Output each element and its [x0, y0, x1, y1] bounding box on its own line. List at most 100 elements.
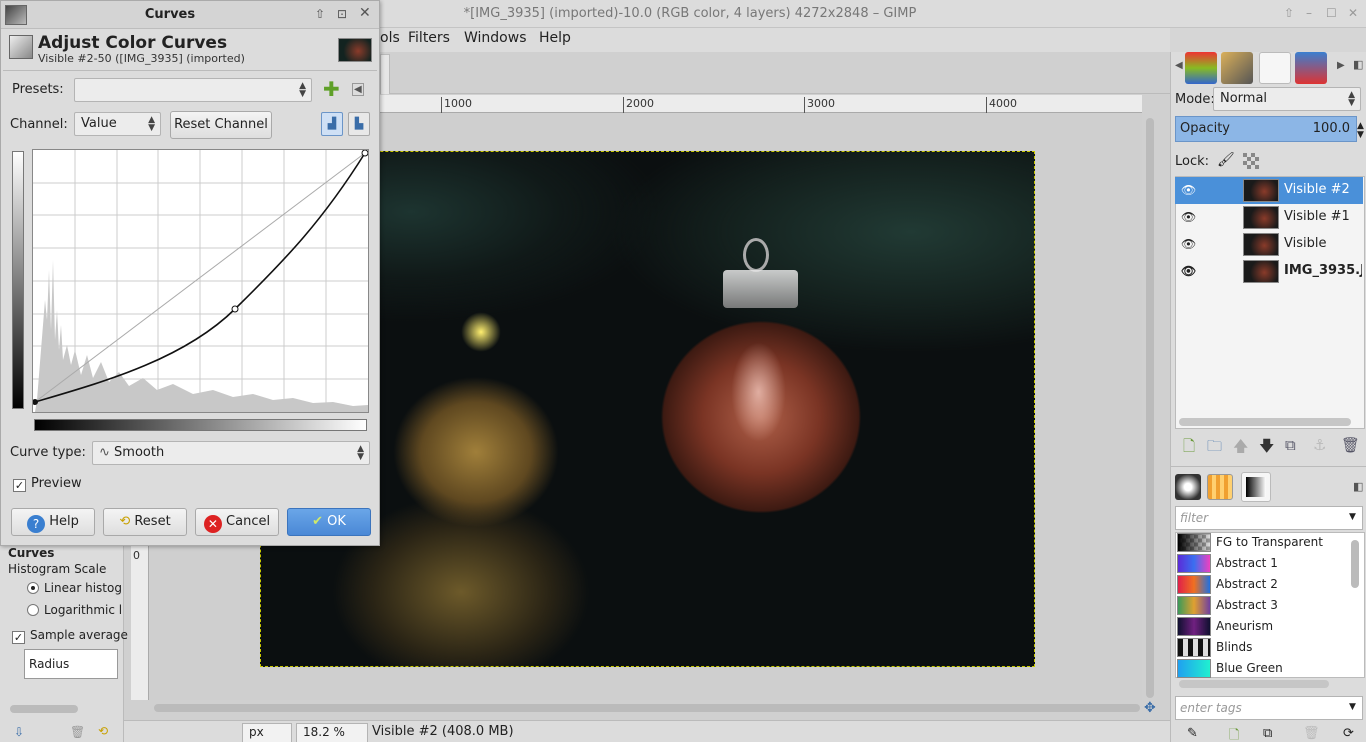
gradient-filter-input[interactable]: filter: [1175, 506, 1363, 530]
dialog-close-icon[interactable]: ✕: [359, 5, 371, 21]
navigate-icon[interactable]: ✥: [1144, 700, 1156, 716]
main-maximize-icon[interactable]: ☐: [1326, 6, 1337, 20]
curve-type-select[interactable]: ∿ Smooth ▲ ▼: [92, 441, 370, 465]
mode-select[interactable]: Normal ▲ ▼: [1213, 87, 1361, 111]
delete-options-icon[interactable]: 🗑: [70, 725, 85, 739]
layer-row[interactable]: 👁 Visible: [1175, 231, 1363, 258]
main-close-icon[interactable]: ✕: [1348, 6, 1358, 20]
channel-select[interactable]: Value ▲ ▼: [74, 112, 161, 136]
linear-radio[interactable]: Linear histog: [27, 581, 122, 595]
tool-options-title: Curves: [8, 546, 55, 560]
layer-row[interactable]: 👁 Visible #1: [1175, 204, 1363, 231]
layer-thumbnail: [1243, 260, 1279, 283]
reset-options-icon[interactable]: ⟲: [98, 724, 108, 738]
dialog-keep-above-icon[interactable]: ⇧: [315, 7, 325, 21]
gradient-swatch: [1177, 596, 1211, 615]
dock-menu-icon[interactable]: ◧: [1353, 58, 1363, 71]
add-preset-icon[interactable]: ✚: [323, 77, 340, 101]
raise-layer-icon[interactable]: 🡅: [1233, 436, 1248, 461]
gradient-item[interactable]: Aneurism: [1177, 616, 1347, 637]
main-minimize-icon[interactable]: –: [1306, 6, 1312, 20]
preset-menu-icon[interactable]: ◀: [352, 83, 364, 96]
layer-row[interactable]: 👁 IMG_3935.JPG: [1175, 258, 1363, 285]
duplicate-gradient-icon[interactable]: ⧉: [1263, 726, 1272, 741]
curve-graph-svg: [32, 149, 369, 412]
unit-select[interactable]: px: [242, 723, 292, 742]
lock-pixels-icon[interactable]: 🖌: [1217, 152, 1235, 168]
save-options-icon[interactable]: ⇩: [14, 725, 24, 739]
layer-row[interactable]: 👁 Visible #2: [1175, 177, 1363, 204]
duplicate-layer-icon[interactable]: ⧉: [1285, 436, 1296, 454]
vertical-scrollbar[interactable]: [1146, 118, 1154, 698]
paths-tab-icon[interactable]: [1259, 52, 1291, 84]
opacity-slider[interactable]: Opacity 100.0: [1175, 116, 1357, 142]
new-layer-group-icon[interactable]: 🗀: [1207, 436, 1222, 461]
vertical-ruler[interactable]: 0: [131, 545, 149, 700]
gradient-hscrollbar[interactable]: [1179, 680, 1329, 688]
visibility-eye-icon[interactable]: 👁: [1181, 264, 1197, 278]
gradient-item[interactable]: Abstract 2: [1177, 574, 1347, 595]
layers-tab-icon[interactable]: [1185, 52, 1217, 84]
ok-button[interactable]: ✔ OK: [287, 508, 371, 536]
curve-graph[interactable]: [32, 149, 369, 413]
reset-button[interactable]: ⟲ Reset: [103, 508, 187, 536]
tags-dropdown-icon[interactable]: ▼: [1349, 702, 1356, 712]
logarithmic-radio[interactable]: Logarithmic l: [27, 603, 122, 617]
image-tab[interactable]: [380, 54, 390, 94]
tool-options-panel: Curves Histogram Scale Linear histog Log…: [0, 545, 128, 742]
edit-gradient-icon[interactable]: ✎: [1187, 726, 1198, 741]
menu-filters[interactable]: Filters: [408, 30, 450, 46]
linear-histogram-button[interactable]: ▟: [321, 112, 343, 136]
filter-dropdown-icon[interactable]: ▼: [1349, 512, 1356, 522]
main-keep-above-icon[interactable]: ⇧: [1284, 6, 1294, 20]
gradient-item[interactable]: Abstract 3: [1177, 595, 1347, 616]
lock-alpha-icon[interactable]: [1243, 153, 1259, 169]
zoom-select[interactable]: 18.2 %: [296, 723, 368, 742]
reset-channel-button[interactable]: Reset Channel: [170, 111, 272, 139]
horizontal-scrollbar[interactable]: [154, 704, 1140, 712]
horizontal-ruler[interactable]: 1000 2000 3000 4000: [380, 95, 1142, 113]
gradient-tab[interactable]: [1241, 472, 1271, 502]
cancel-button[interactable]: ✕ Cancel: [195, 508, 279, 536]
delete-gradient-icon[interactable]: 🗑: [1303, 726, 1320, 741]
reset-icon: ⟲: [119, 514, 131, 529]
sample-average-checkbox[interactable]: ✓ Sample average: [12, 628, 128, 644]
gradient-item[interactable]: Blinds: [1177, 637, 1347, 658]
curve-point[interactable]: [231, 305, 239, 313]
dialog-titlebar[interactable]: Curves ⇧ ⊡ ✕: [1, 1, 379, 29]
curve-point[interactable]: [361, 149, 369, 157]
tool-options-scrollbar[interactable]: [10, 705, 78, 713]
radius-slider[interactable]: Radius: [24, 649, 118, 679]
layers-scrollbar[interactable]: [1179, 418, 1351, 426]
gradient-item[interactable]: Abstract 1: [1177, 553, 1347, 574]
menu-windows[interactable]: Windows: [464, 30, 527, 46]
opacity-spinner-icon[interactable]: ▲ ▼: [1357, 122, 1364, 140]
lower-layer-icon[interactable]: 🡇: [1259, 436, 1274, 461]
anchor-layer-icon[interactable]: ⚓: [1313, 436, 1326, 454]
visibility-eye-icon[interactable]: 👁: [1181, 183, 1197, 197]
refresh-gradients-icon[interactable]: ⟳: [1343, 726, 1354, 741]
brushes-tab-icon[interactable]: [1221, 52, 1253, 84]
menu-help[interactable]: Help: [539, 30, 571, 46]
log-histogram-button[interactable]: ▙: [348, 112, 370, 136]
gradient-item[interactable]: Blue Green: [1177, 658, 1347, 679]
visibility-eye-icon[interactable]: 👁: [1181, 210, 1197, 224]
delete-layer-icon[interactable]: 🗑: [1341, 436, 1360, 454]
dialog-maximize-icon[interactable]: ⊡: [337, 7, 347, 21]
new-layer-icon[interactable]: 🗋: [1183, 436, 1195, 461]
dock-scroll-left-icon[interactable]: ◀: [1175, 60, 1183, 71]
help-button[interactable]: ? Help: [11, 508, 95, 536]
gradients-menu-icon[interactable]: ◧: [1353, 480, 1363, 493]
new-gradient-icon[interactable]: 🗋: [1229, 726, 1239, 742]
tools-tab-icon[interactable]: [1295, 52, 1327, 84]
dock-scroll-right-icon[interactable]: ▶: [1337, 60, 1345, 71]
gradient-list-scrollbar[interactable]: [1351, 540, 1359, 588]
pattern-tab-icon[interactable]: [1207, 474, 1233, 500]
brush-tab-icon[interactable]: [1175, 474, 1201, 500]
gradient-item[interactable]: FG to Transparent: [1177, 532, 1347, 553]
preview-checkbox[interactable]: ✓ Preview: [13, 476, 82, 492]
presets-select[interactable]: ▲ ▼: [74, 78, 312, 102]
tags-input[interactable]: enter tags: [1175, 696, 1363, 720]
visibility-eye-icon[interactable]: 👁: [1181, 237, 1197, 251]
menu-tools[interactable]: ols: [380, 30, 400, 46]
